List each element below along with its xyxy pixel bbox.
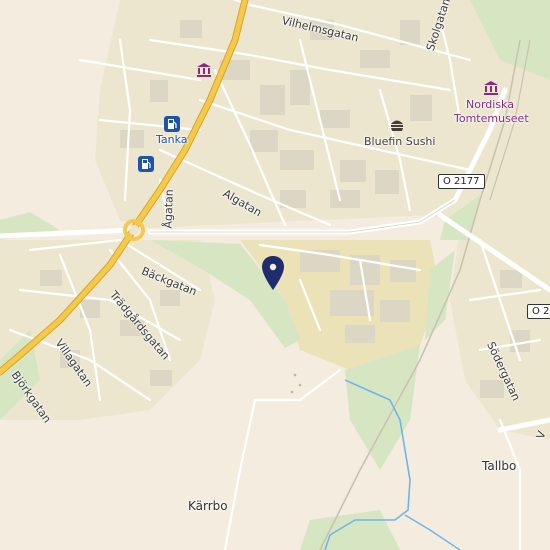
burger-icon[interactable]	[389, 117, 405, 133]
poi-label-tanka[interactable]: Tanka	[156, 133, 188, 146]
road-shield-o2177: O 2177	[438, 174, 485, 189]
museum-icon[interactable]	[196, 62, 212, 78]
place-label-karrbo: Kärrbo	[188, 499, 228, 513]
road-shield-o2: O 2	[527, 304, 550, 319]
poi-label-bluefin[interactable]: Bluefin Sushi	[364, 135, 435, 148]
place-label-tallbo: Tallbo	[482, 459, 517, 473]
location-pin-icon[interactable]	[262, 256, 284, 294]
fuel-icon[interactable]	[164, 116, 180, 132]
street-label-agatan: Ågatan	[161, 189, 176, 229]
fuel-icon[interactable]	[138, 156, 154, 172]
poi-label-museum-line1[interactable]: Nordiska	[466, 98, 514, 111]
poi-label-museum-line2[interactable]: Tomtemuseet	[454, 112, 529, 125]
museum-icon[interactable]	[483, 80, 499, 96]
map-view[interactable]: Vilhelmsgatan Skolgatan Algatan Ågatan B…	[0, 0, 550, 550]
